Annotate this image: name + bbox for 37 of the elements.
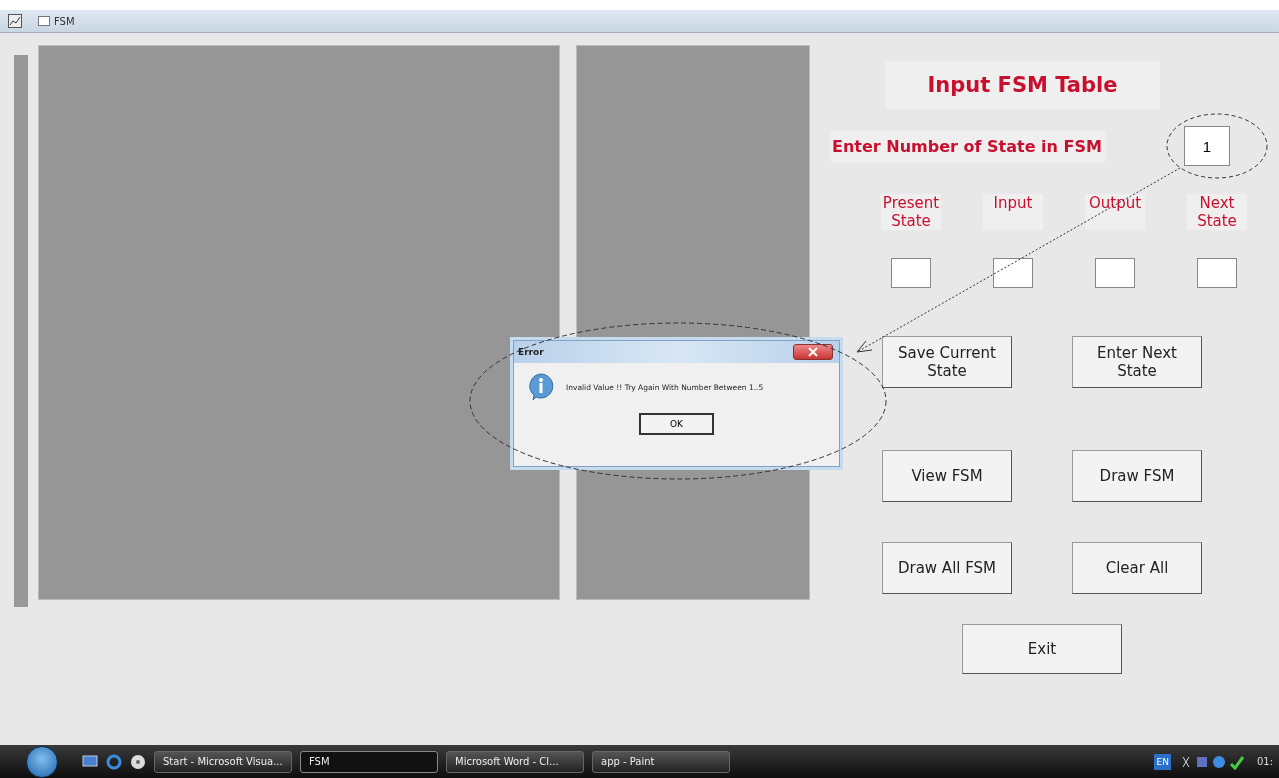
form-heading: Input FSM Table <box>885 61 1160 109</box>
form-button[interactable]: Draw All FSM <box>882 542 1012 594</box>
column-header: Input <box>983 194 1043 230</box>
input-field[interactable] <box>891 258 931 288</box>
close-icon <box>808 347 818 357</box>
language-indicator[interactable]: EN <box>1154 753 1171 770</box>
taskbar-button[interactable]: FSM <box>300 750 438 773</box>
input-field[interactable] <box>993 258 1033 288</box>
clock: 01: <box>1256 756 1273 767</box>
form-button[interactable]: Clear All <box>1072 542 1202 594</box>
state-count-label: Enter Number of State in FSM <box>830 130 1106 162</box>
state-count-field[interactable]: 1 <box>1183 126 1230 166</box>
taskbar-button[interactable]: Start - Microsoft Visua... <box>154 750 292 773</box>
form-button[interactable]: Exit <box>962 624 1122 674</box>
input-field[interactable] <box>1197 258 1237 288</box>
window-icon <box>38 16 50 26</box>
desktop-icon[interactable] <box>82 754 98 769</box>
form-button[interactable]: View FSM <box>882 450 1012 502</box>
chart-icon <box>8 14 22 28</box>
taskbar-button[interactable]: app - Paint <box>592 750 730 773</box>
form-button[interactable]: Enter Next State <box>1072 336 1202 388</box>
form-button[interactable]: Draw FSM <box>1072 450 1202 502</box>
form-button[interactable]: Save Current State <box>882 336 1012 388</box>
dialog-title: Error <box>518 347 544 357</box>
browser-icon[interactable] <box>106 753 122 770</box>
column-header: Present State <box>881 194 941 230</box>
column-header: Output <box>1085 194 1145 230</box>
scroll-bar[interactable] <box>14 55 28 607</box>
column-header: Next State <box>1187 194 1247 230</box>
ok-button[interactable]: OK <box>639 413 714 435</box>
window-title: FSM <box>54 15 75 27</box>
close-button[interactable] <box>793 344 833 360</box>
taskbar-button[interactable]: Microsoft Word - Cl... <box>446 750 584 773</box>
start-button[interactable] <box>26 745 58 778</box>
info-icon <box>528 373 554 401</box>
media-icon[interactable] <box>130 753 146 770</box>
input-field[interactable] <box>1095 258 1135 288</box>
